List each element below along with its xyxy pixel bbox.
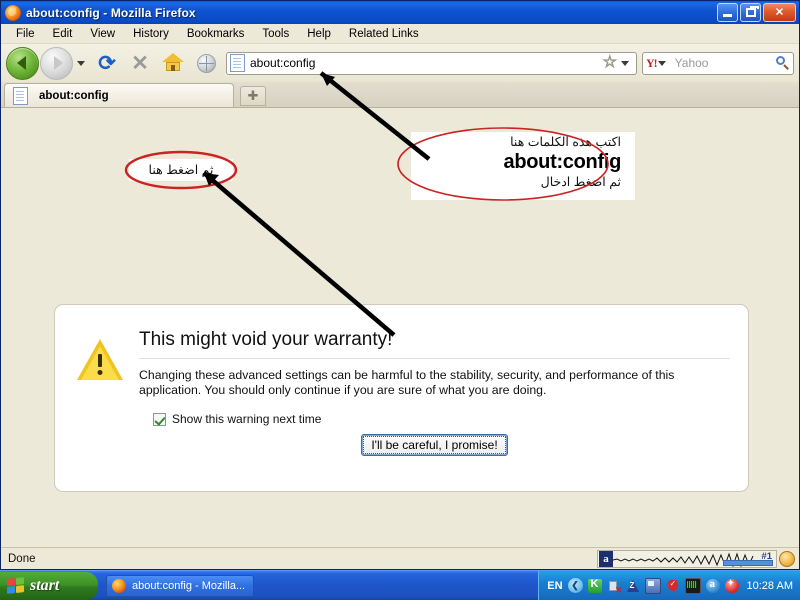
search-input[interactable]: Yahoo xyxy=(675,56,776,70)
widget-badge-icon: a xyxy=(599,550,613,567)
annotation-left-line1: ثم اضغط هنا xyxy=(148,163,214,177)
show-warning-checkbox[interactable] xyxy=(153,412,166,426)
blue-a-icon[interactable] xyxy=(705,578,720,593)
yahoo-icon[interactable]: Y! xyxy=(646,56,658,71)
home-icon xyxy=(162,53,184,73)
address-bar[interactable]: about:config ☆ xyxy=(226,51,637,75)
start-button[interactable]: start xyxy=(0,571,98,600)
address-dropdown-icon[interactable] xyxy=(621,60,629,66)
browser-window: about:config - Mozilla Firefox ✕ File Ed… xyxy=(0,0,800,570)
status-bar: Done a #1 xyxy=(1,547,799,569)
warning-panel: This might void your warranty! Changing … xyxy=(54,304,749,492)
taskbar: start about:config - Mozilla... EN ❮ 10:… xyxy=(0,570,800,600)
warning-heading: This might void your warranty! xyxy=(139,329,730,359)
language-indicator[interactable]: EN xyxy=(547,580,562,592)
window-title: about:config - Mozilla Firefox xyxy=(26,5,196,20)
show-warning-label: Show this warning next time xyxy=(172,412,322,426)
restore-button[interactable] xyxy=(740,3,761,22)
reload-icon: ⟳ xyxy=(98,51,116,75)
title-bar: about:config - Mozilla Firefox ✕ xyxy=(1,1,799,24)
annotation-callout-left: ثم اضغط هنا xyxy=(129,159,233,181)
search-engine-dropdown-icon[interactable] xyxy=(657,60,666,66)
annotation-callout-right: اكتب هذه الكلمات هنا about:config ثم اضغ… xyxy=(411,132,635,200)
annotation-right-line1: اكتب هذه الكلمات هنا xyxy=(510,135,621,149)
stop-button[interactable]: ✕ xyxy=(125,48,155,78)
system-tray: EN ❮ 10:28 AM xyxy=(538,570,800,600)
globe-icon xyxy=(196,53,216,73)
annotation-right-line3: ثم اضغط ادخال xyxy=(540,175,621,189)
spray-icon[interactable] xyxy=(607,579,623,596)
menu-bar: File Edit View History Bookmarks Tools H… xyxy=(1,24,799,44)
plus-icon: ✚ xyxy=(247,88,259,103)
page-icon xyxy=(230,54,245,72)
back-arrow-icon xyxy=(17,56,26,70)
tab-about-config[interactable]: about:config xyxy=(4,83,234,107)
network-graph-widget[interactable]: a #1 xyxy=(597,549,777,568)
page-content: This might void your warranty! Changing … xyxy=(1,108,799,545)
warning-triangle-icon xyxy=(77,339,123,380)
reload-button[interactable]: ⟳ xyxy=(92,48,122,78)
back-button[interactable] xyxy=(6,46,39,80)
window-controls: ✕ xyxy=(717,3,796,22)
tab-page-icon xyxy=(13,86,28,105)
zonealarm-icon[interactable] xyxy=(626,579,640,593)
menu-item-help[interactable]: Help xyxy=(298,26,340,42)
show-warning-checkbox-row[interactable]: Show this warning next time xyxy=(153,412,730,426)
home-button[interactable] xyxy=(158,48,188,78)
menu-item-related-links[interactable]: Related Links xyxy=(340,26,428,42)
screen: about:config - Mozilla Firefox ✕ File Ed… xyxy=(0,0,800,600)
search-icon[interactable] xyxy=(776,56,790,70)
start-label: start xyxy=(30,576,60,594)
firefox-icon xyxy=(112,578,126,593)
new-tab-button[interactable]: ✚ xyxy=(240,86,266,106)
shield-icon[interactable] xyxy=(666,579,680,593)
windows-flag-icon xyxy=(7,577,24,594)
smiley-icon[interactable] xyxy=(779,550,795,567)
monitor-icon[interactable] xyxy=(684,577,701,594)
menu-item-view[interactable]: View xyxy=(81,26,124,42)
search-bar[interactable]: Y! Yahoo xyxy=(642,51,794,75)
widget-slider[interactable] xyxy=(723,559,773,566)
accept-risk-button[interactable]: I'll be careful, I promise! xyxy=(361,434,508,456)
menu-item-edit[interactable]: Edit xyxy=(44,26,82,42)
forward-arrow-icon xyxy=(53,56,63,70)
address-bar-value: about:config xyxy=(250,56,316,70)
forward-button[interactable] xyxy=(40,46,73,80)
navigation-toolbar: ⟳ ✕ about:config ☆ Y! Yahoo xyxy=(1,44,799,82)
menu-item-file[interactable]: File xyxy=(7,26,44,42)
menu-item-bookmarks[interactable]: Bookmarks xyxy=(178,26,254,42)
warning-body-text: Changing these advanced settings can be … xyxy=(139,368,675,397)
warning-icon-cell xyxy=(77,329,129,456)
close-button[interactable]: ✕ xyxy=(763,3,796,22)
minimize-icon xyxy=(723,14,732,17)
annotation-right-line2: about:config xyxy=(503,151,622,173)
menu-item-tools[interactable]: Tools xyxy=(253,26,298,42)
stop-icon: ✕ xyxy=(131,51,149,75)
tab-label: about:config xyxy=(39,89,109,102)
tab-bar: about:config ✚ xyxy=(1,82,799,108)
red-star-icon[interactable] xyxy=(724,578,739,593)
firefox-icon xyxy=(5,4,21,21)
chevron-left-icon[interactable]: ❮ xyxy=(567,578,583,593)
close-icon: ✕ xyxy=(774,6,785,18)
clock[interactable]: 10:28 AM xyxy=(747,580,793,592)
restore-icon xyxy=(746,6,759,17)
web-globe-button[interactable] xyxy=(191,48,221,78)
bookmark-star-icon[interactable]: ☆ xyxy=(602,54,617,71)
taskbar-item-label: about:config - Mozilla... xyxy=(132,579,246,592)
taskbar-item-firefox[interactable]: about:config - Mozilla... xyxy=(106,574,255,597)
status-text: Done xyxy=(8,552,36,565)
menu-item-history[interactable]: History xyxy=(124,26,178,42)
kaspersky-icon[interactable] xyxy=(587,578,602,593)
minimize-button[interactable] xyxy=(717,3,738,22)
network-icon[interactable] xyxy=(644,577,661,594)
chevron-down-icon[interactable] xyxy=(77,60,85,66)
